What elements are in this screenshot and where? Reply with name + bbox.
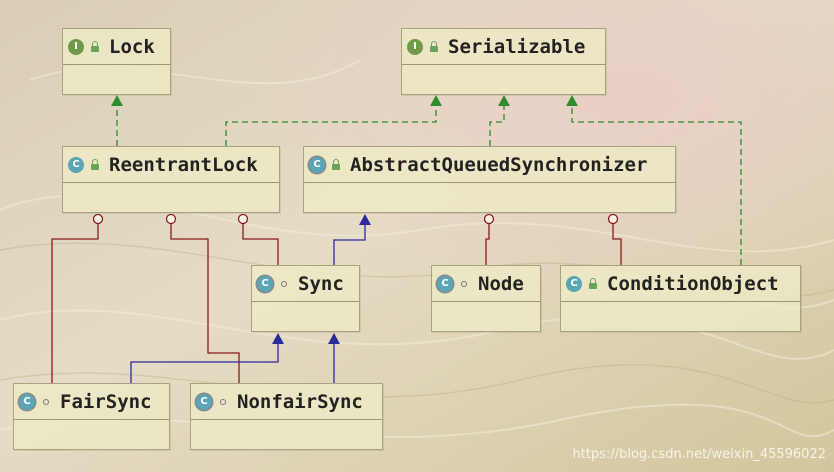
public-icon <box>89 40 101 53</box>
inner-class-marker <box>483 213 495 225</box>
class-icon: C <box>566 275 582 292</box>
edge-sync-extends-aqs <box>333 223 366 265</box>
node-node[interactable]: C Node <box>431 265 541 332</box>
abstract-class-icon: C <box>437 275 453 292</box>
arrowhead-serializable-3 <box>566 95 578 106</box>
class-icon: C <box>68 156 84 173</box>
inner-class-marker <box>237 213 249 225</box>
node-abstractqueuedsynchronizer[interactable]: C AbstractQueuedSynchronizer <box>303 146 676 213</box>
node-sync[interactable]: C Sync <box>251 265 360 332</box>
node-reentrantlock[interactable]: C ReentrantLock <box>62 146 280 213</box>
node-conditionobject[interactable]: C ConditionObject <box>560 265 801 332</box>
arrowhead-sync-1 <box>272 333 284 344</box>
edge-reentrantlock-inner-sync <box>242 224 279 265</box>
public-icon <box>428 40 440 53</box>
abstract-class-icon: C <box>309 156 325 173</box>
abstract-class-icon: C <box>19 393 35 410</box>
arrowhead-aqs <box>359 214 371 225</box>
package-private-icon <box>217 396 229 408</box>
edge-aqs-inner-node <box>485 224 490 265</box>
node-name: Lock <box>109 35 155 58</box>
arrowhead-serializable-1 <box>430 95 442 106</box>
arrowhead-sync-2 <box>328 333 340 344</box>
abstract-class-icon: C <box>196 393 212 410</box>
node-fairsync[interactable]: C FairSync <box>13 383 170 450</box>
node-name: FairSync <box>60 390 152 413</box>
node-name: NonfairSync <box>237 390 363 413</box>
inner-class-marker <box>92 213 104 225</box>
arrowhead-serializable-2 <box>498 95 510 106</box>
inner-class-marker <box>607 213 619 225</box>
node-name: ReentrantLock <box>109 153 258 176</box>
abstract-class-icon: C <box>257 275 273 292</box>
interface-icon: I <box>68 38 84 55</box>
package-private-icon <box>458 278 470 290</box>
edge-aqs-inner-conditionobject <box>612 224 622 265</box>
edge-fairsync-extends-sync <box>130 342 279 383</box>
edge-reentrantlock-implements-serializable <box>225 104 437 146</box>
public-icon <box>330 158 342 171</box>
edge-reentrantlock-inner-fairsync <box>51 224 99 383</box>
node-name: Sync <box>298 272 344 295</box>
node-name: Serializable <box>448 35 586 58</box>
node-serializable[interactable]: I Serializable <box>401 28 606 95</box>
arrowhead-lock <box>111 95 123 106</box>
node-name: AbstractQueuedSynchronizer <box>350 153 648 176</box>
package-private-icon <box>278 278 290 290</box>
interface-icon: I <box>407 38 423 55</box>
node-name: ConditionObject <box>607 272 779 295</box>
public-icon <box>587 277 599 290</box>
node-name: Node <box>478 272 524 295</box>
public-icon <box>89 158 101 171</box>
edge-reentrantlock-inner-nonfairsync <box>170 224 240 383</box>
watermark: https://blog.csdn.net/weixin_45596022 <box>572 447 826 462</box>
inner-class-marker <box>165 213 177 225</box>
edge-aqs-implements-serializable <box>489 104 505 146</box>
node-nonfairsync[interactable]: C NonfairSync <box>190 383 383 450</box>
package-private-icon <box>40 396 52 408</box>
node-lock[interactable]: I Lock <box>62 28 171 95</box>
